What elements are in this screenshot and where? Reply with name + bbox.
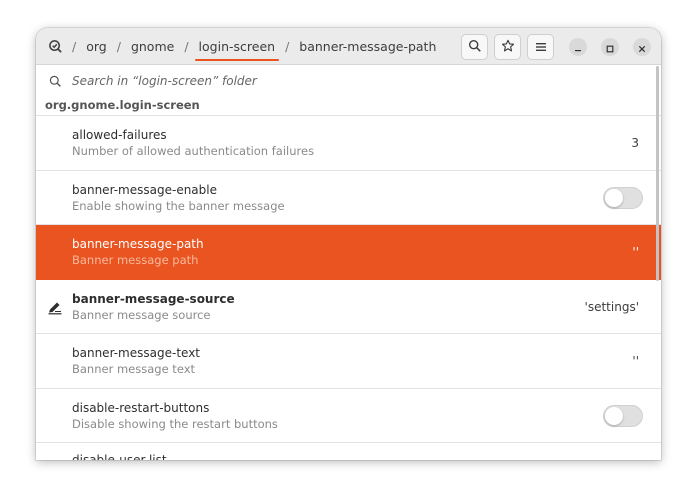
key-value: '' bbox=[632, 245, 639, 259]
maximize-icon bbox=[606, 38, 614, 57]
disable-restart-buttons-toggle[interactable] bbox=[603, 404, 643, 427]
search-icon bbox=[468, 38, 482, 57]
key-name: banner-message-text bbox=[72, 346, 201, 360]
minimize-icon bbox=[574, 38, 582, 57]
breadcrumb-gnome[interactable]: gnome bbox=[129, 28, 176, 65]
pencil-edit-icon bbox=[47, 300, 63, 319]
group-title: org.gnome.login-screen bbox=[45, 98, 200, 112]
breadcrumb: / org / gnome / login-screen / banner-me… bbox=[44, 28, 438, 65]
scrollbar[interactable] bbox=[656, 66, 659, 281]
toggle-knob bbox=[605, 188, 623, 207]
list-item-banner-message-enable[interactable]: banner-message-enable Enable showing the… bbox=[36, 170, 661, 225]
keys-list: allowed-failures Number of allowed authe… bbox=[36, 115, 661, 460]
bookmark-button[interactable] bbox=[494, 34, 521, 60]
key-value: '' bbox=[632, 354, 639, 368]
list-item-banner-message-path[interactable]: banner-message-path Banner message path … bbox=[36, 225, 661, 280]
key-name: allowed-failures bbox=[72, 128, 167, 142]
key-value: 'settings' bbox=[584, 299, 639, 314]
search-icon bbox=[49, 73, 62, 92]
key-description: Banner message source bbox=[72, 307, 211, 322]
key-name: banner-message-enable bbox=[72, 182, 217, 197]
breadcrumb-org[interactable]: org bbox=[84, 28, 109, 65]
maximize-button[interactable] bbox=[601, 38, 619, 56]
key-description: Enable showing the banner message bbox=[72, 198, 285, 213]
key-name: disable-user-list bbox=[72, 453, 167, 460]
key-name: banner-message-source bbox=[72, 291, 235, 306]
breadcrumb-login-screen[interactable]: login-screen bbox=[194, 28, 279, 65]
key-description: Banner message path bbox=[72, 253, 199, 267]
key-description: Number of allowed authentication failure… bbox=[72, 144, 315, 158]
breadcrumb-separator: / bbox=[116, 39, 121, 54]
banner-message-enable-toggle[interactable] bbox=[603, 186, 643, 209]
breadcrumb-separator: / bbox=[184, 39, 189, 54]
list-item-banner-message-text[interactable]: banner-message-text Banner message text … bbox=[36, 334, 661, 389]
key-name: disable-restart-buttons bbox=[72, 400, 210, 415]
dconf-home-icon[interactable] bbox=[46, 38, 64, 56]
search-input[interactable] bbox=[72, 70, 632, 92]
list-item-allowed-failures[interactable]: allowed-failures Number of allowed authe… bbox=[36, 116, 661, 171]
breadcrumb-banner-message-path[interactable]: banner-message-path bbox=[297, 28, 438, 65]
breadcrumb-separator: / bbox=[285, 39, 290, 54]
key-name: banner-message-path bbox=[72, 237, 204, 251]
toggle-knob bbox=[605, 406, 623, 425]
main-menu-button[interactable] bbox=[527, 34, 554, 60]
key-description: Banner message text bbox=[72, 362, 196, 376]
list-item-disable-user-list[interactable]: disable-user-list bbox=[36, 443, 661, 460]
breadcrumb-separator: / bbox=[72, 39, 77, 54]
search-bar bbox=[36, 66, 661, 94]
star-icon bbox=[501, 38, 515, 57]
dconf-editor-window: / org / gnome / login-screen / banner-me… bbox=[36, 28, 661, 460]
minimize-button[interactable] bbox=[569, 38, 587, 56]
list-item-banner-message-source[interactable]: banner-message-source Banner message sou… bbox=[36, 279, 661, 334]
search-button[interactable] bbox=[461, 34, 488, 60]
hamburger-menu-icon bbox=[535, 38, 547, 57]
key-description: Disable showing the restart buttons bbox=[72, 416, 278, 431]
list-item-disable-restart-buttons[interactable]: disable-restart-buttons Disable showing … bbox=[36, 388, 661, 443]
header-bar: / org / gnome / login-screen / banner-me… bbox=[36, 28, 661, 65]
key-value: 3 bbox=[631, 136, 639, 150]
close-icon bbox=[638, 38, 646, 57]
close-button[interactable] bbox=[633, 38, 651, 56]
